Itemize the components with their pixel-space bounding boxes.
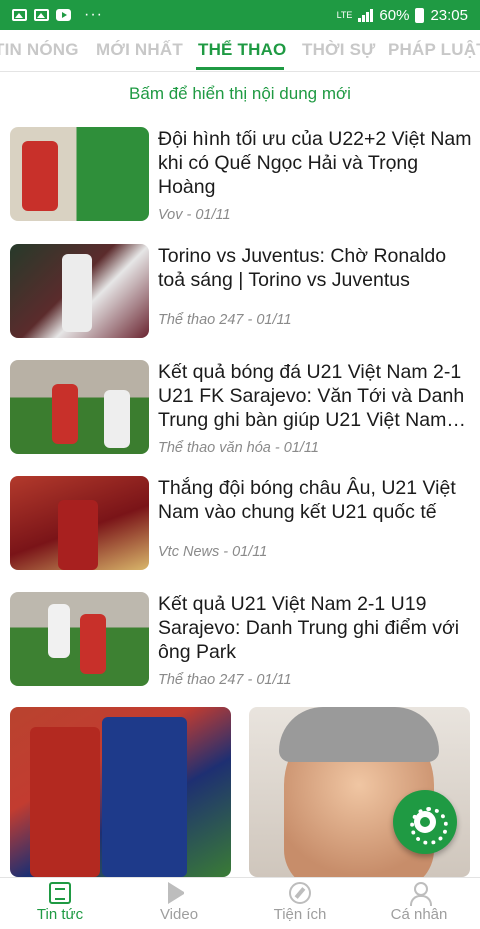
settings-fab-button[interactable] <box>393 790 457 854</box>
news-icon <box>49 882 71 904</box>
active-tab-indicator <box>196 67 284 70</box>
article-title: Kết quả U21 Việt Nam 2-1 U19 Sarajevo: D… <box>158 593 460 663</box>
article-source-date: Thể thao 247 - 01/11 <box>158 672 292 688</box>
article-title: Đội hình tối ưu của U22+2 Việt Nam khi c… <box>158 128 472 198</box>
nav-tien-ich[interactable]: Tiện ích <box>245 882 355 923</box>
gallery-notification-icon <box>12 9 27 21</box>
lte-label: LTE <box>336 9 353 20</box>
article-source-date: Thể thao văn hóa - 01/11 <box>158 440 319 456</box>
compass-icon <box>289 882 311 904</box>
battery-icon <box>415 7 425 23</box>
article-source-date: Vtc News - 01/11 <box>158 544 268 560</box>
nav-label: Tin tức <box>36 906 84 923</box>
category-tabs: TIN NÓNG MỚI NHẤT THỂ THAO THỜI SỰ PHÁP … <box>0 30 480 72</box>
article-thumbnail <box>10 592 149 686</box>
nav-ca-nhan[interactable]: Cá nhân <box>364 882 474 923</box>
image-notification-icon <box>34 9 49 21</box>
article-item[interactable]: Thắng đội bóng châu Âu, U21 Việt Nam vào… <box>10 476 472 576</box>
article-thumbnail <box>10 360 149 454</box>
article-source-date: Vov - 01/11 <box>158 207 231 223</box>
article-item[interactable]: Kết quả bóng đá U21 Việt Nam 2-1 U21 FK … <box>10 360 472 460</box>
nav-video[interactable]: Video <box>124 882 234 923</box>
tab-the-thao[interactable]: THỂ THAO <box>198 40 286 60</box>
status-bar: ··· LTE 60% 23:05 <box>0 0 480 30</box>
article-item[interactable]: Đội hình tối ưu của U22+2 Việt Nam khi c… <box>10 127 472 227</box>
article-item[interactable]: Torino vs Juventus: Chờ Ronaldo toả sáng… <box>10 244 472 344</box>
refresh-content-link[interactable]: Bấm để hiển thị nội dung mới <box>0 84 480 104</box>
nav-label: Video <box>159 906 199 923</box>
battery-percent: 60% <box>379 6 410 24</box>
tab-tin-nong[interactable]: TIN NÓNG <box>0 40 79 60</box>
user-icon <box>408 882 432 906</box>
nav-label: Tiện ích <box>273 906 327 923</box>
nav-tin-tuc[interactable]: Tin tức <box>5 882 115 923</box>
article-title: Thắng đội bóng châu Âu, U21 Việt Nam vào… <box>158 477 456 523</box>
article-title: Kết quả bóng đá U21 Việt Nam 2-1 U21 FK … <box>158 361 466 431</box>
article-thumbnail <box>10 476 149 570</box>
nav-label: Cá nhân <box>390 906 448 923</box>
youtube-notification-icon <box>56 9 71 21</box>
article-item[interactable]: Kết quả U21 Việt Nam 2-1 U19 Sarajevo: D… <box>10 592 472 692</box>
bottom-navigation: Tin tức Video Tiện ích Cá nhân <box>0 877 480 929</box>
article-title: Torino vs Juventus: Chờ Ronaldo toả sáng… <box>158 245 447 291</box>
video-icon <box>168 882 190 904</box>
tab-thoi-su[interactable]: THỜI SỰ <box>302 40 375 60</box>
article-thumbnail <box>10 244 149 338</box>
clock: 23:05 <box>430 6 468 24</box>
article-thumbnail <box>10 127 149 221</box>
featured-article-card[interactable] <box>10 707 231 877</box>
tab-moi-nhat[interactable]: MỚI NHẤT <box>96 40 183 60</box>
gear-icon <box>410 807 448 845</box>
article-source-date: Thể thao 247 - 01/11 <box>158 312 292 328</box>
tab-phap-luat[interactable]: PHÁP LUẬT <box>388 40 480 60</box>
more-notifications-icon: ··· <box>84 6 103 23</box>
signal-icon <box>358 8 374 22</box>
